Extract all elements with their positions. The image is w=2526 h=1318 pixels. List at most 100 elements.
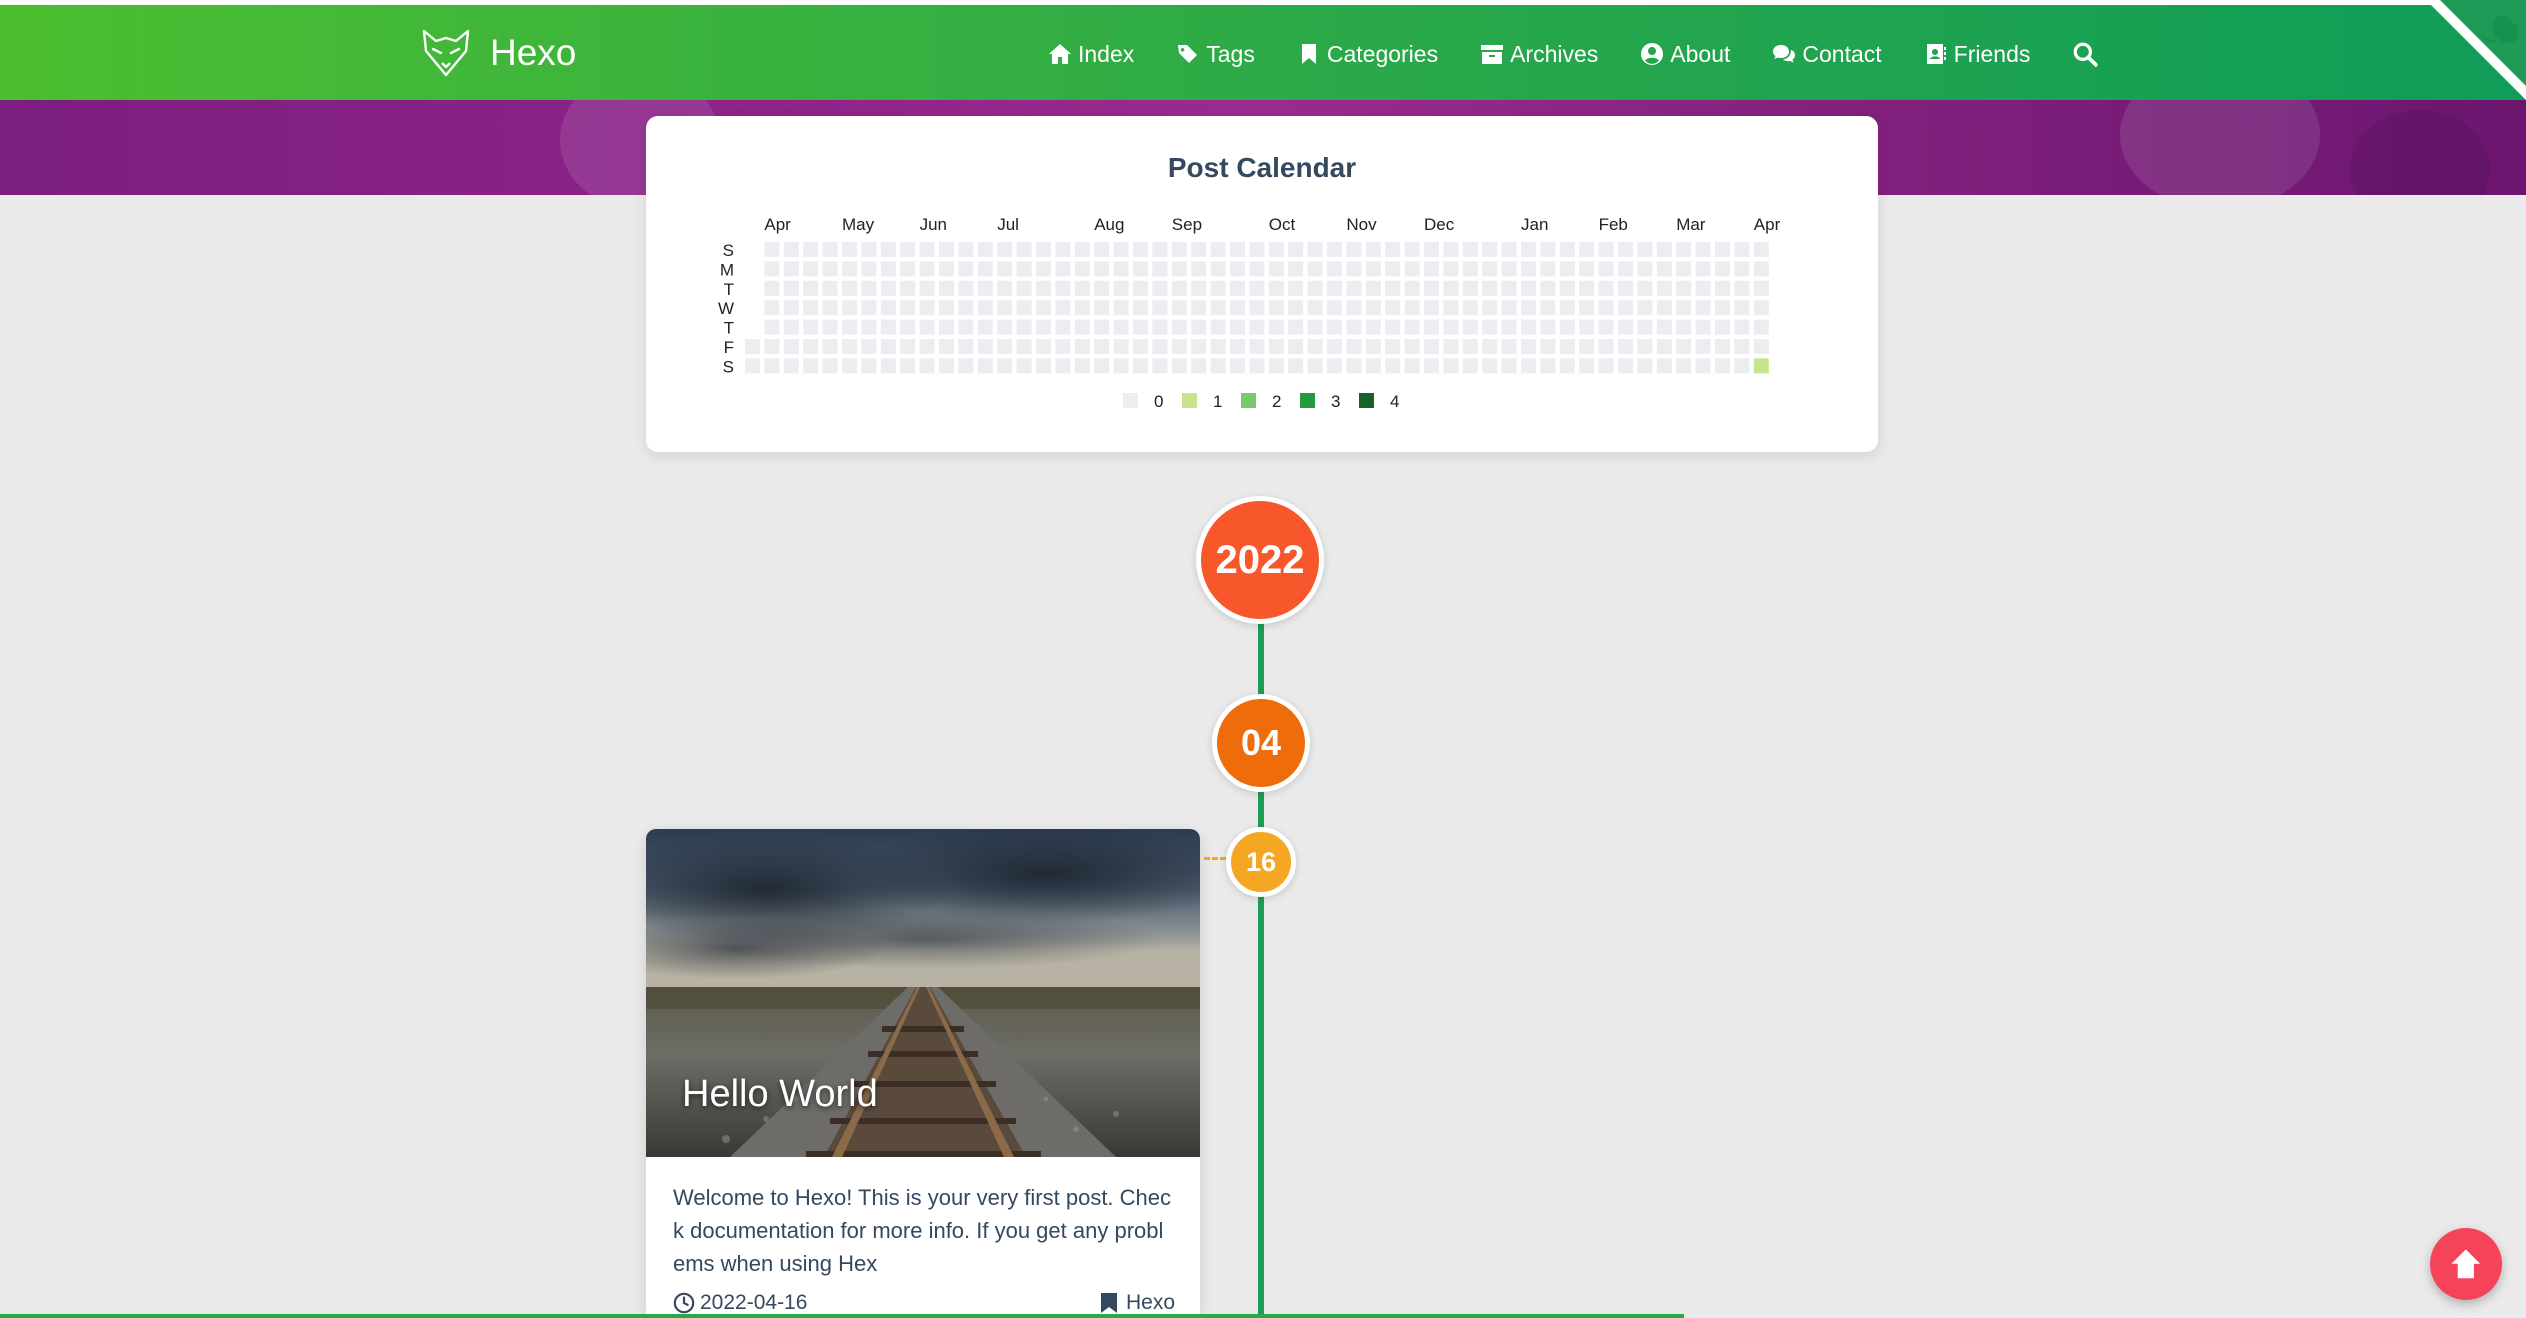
calendar-day [1036, 319, 1051, 335]
calendar-day [1734, 358, 1750, 374]
post-card[interactable]: Hello World Welcome to Hexo! This is you… [646, 829, 1200, 1318]
calendar-day [997, 261, 1013, 277]
calendar-day [958, 339, 974, 354]
calendar-day [1230, 261, 1245, 277]
calendar-day [1656, 242, 1672, 257]
calendar-day [1171, 358, 1187, 374]
calendar-day [1637, 261, 1653, 277]
calendar-day [1191, 242, 1207, 257]
post-title[interactable]: Hello World [682, 1073, 878, 1116]
calendar-day [822, 280, 838, 296]
calendar-day [1637, 280, 1653, 296]
calendar-day [1753, 339, 1769, 354]
calendar-day [1307, 319, 1323, 335]
calendar-day [1152, 261, 1168, 277]
calendar-day [764, 242, 780, 257]
calendar-day [745, 339, 760, 354]
calendar-day [1715, 242, 1730, 257]
search-button[interactable] [2072, 41, 2099, 67]
bookmark-icon [1100, 1293, 1117, 1313]
banner-decoration [2350, 110, 2490, 195]
calendar-day [1016, 319, 1032, 335]
calendar-day [822, 300, 838, 316]
calendar-day [997, 339, 1013, 354]
comments-icon [1773, 45, 1796, 63]
arrow-up-icon [2451, 1249, 2481, 1279]
timeline-connector [1204, 857, 1226, 860]
calendar-day [958, 319, 974, 335]
calendar-month-label: May [842, 215, 875, 234]
timeline-month-badge[interactable]: 04 [1212, 694, 1310, 792]
calendar-day [1074, 280, 1090, 296]
nav-about-label: About [1670, 40, 1731, 67]
calendar-day [1695, 339, 1711, 354]
calendar-day [1036, 242, 1051, 257]
nav-about[interactable]: About [1640, 41, 1730, 68]
calendar-day [1036, 358, 1051, 374]
calendar-weekday-label: M [720, 260, 734, 279]
calendar-day [880, 339, 896, 354]
calendar-day [1656, 319, 1672, 335]
calendar-day [1676, 242, 1692, 257]
calendar-month-label: Feb [1599, 215, 1628, 234]
timeline-year-badge[interactable]: 2022 [1196, 496, 1324, 624]
calendar-day [1676, 280, 1692, 296]
brand-link[interactable]: Hexo [420, 27, 576, 79]
calendar-day [861, 261, 877, 277]
calendar-day [1521, 242, 1536, 257]
nav-tags[interactable]: Tags [1176, 41, 1255, 68]
calendar-weekday-label: S [723, 357, 734, 376]
calendar-day [1113, 242, 1129, 257]
calendar-legend-swatch [1182, 393, 1197, 408]
footer-edge [0, 1314, 1684, 1318]
calendar-day [822, 242, 838, 257]
calendar-day [1579, 339, 1595, 354]
nav-friends[interactable]: Friends [1924, 41, 2030, 68]
calendar-day [1230, 358, 1245, 374]
calendar-day [1249, 261, 1265, 277]
calendar-day [1579, 300, 1595, 316]
calendar-day [783, 280, 799, 296]
calendar-day [1676, 339, 1692, 354]
post-category-link[interactable]: Hexo [1100, 1291, 1175, 1315]
nav-index[interactable]: Index [1048, 41, 1134, 68]
calendar-day [958, 261, 974, 277]
calendar-weekday-label: T [724, 319, 734, 338]
calendar-day [1171, 261, 1187, 277]
calendar-day [1521, 261, 1536, 277]
calendar-day [1540, 280, 1556, 296]
calendar-legend-swatch [1300, 393, 1315, 408]
calendar-legend-swatch [1123, 393, 1138, 408]
calendar-day [1307, 242, 1323, 257]
calendar-day [1424, 319, 1439, 335]
calendar-day [764, 339, 780, 354]
calendar-day [997, 300, 1013, 316]
calendar-day [1404, 261, 1420, 277]
calendar-month-label: Oct [1269, 215, 1296, 234]
calendar-month-label: Dec [1424, 215, 1455, 234]
nav-contact[interactable]: Contact [1772, 40, 1882, 68]
calendar-day [977, 319, 993, 335]
calendar-day [1152, 300, 1168, 316]
calendar-legend-label: 0 [1154, 392, 1163, 411]
nav-contact-label: Contact [1802, 40, 1882, 67]
calendar-day [1055, 280, 1071, 296]
calendar-day [803, 300, 819, 316]
calendar-day [1036, 280, 1051, 296]
calendar-day [1656, 339, 1672, 354]
calendar-day [1385, 358, 1401, 374]
post-date: 2022-04-16 [673, 1291, 807, 1315]
github-corner-link[interactable] [2426, 0, 2526, 100]
calendar-day [939, 280, 954, 296]
calendar-day [1113, 300, 1129, 316]
calendar-day [1501, 261, 1517, 277]
calendar-day [842, 339, 857, 354]
back-to-top-button[interactable] [2430, 1228, 2502, 1300]
nav-archives[interactable]: Archives [1480, 41, 1598, 68]
calendar-day [783, 242, 799, 257]
calendar-day [958, 358, 974, 374]
calendar-day [1462, 319, 1478, 335]
nav-categories[interactable]: Categories [1297, 41, 1438, 68]
calendar-legend-label: 4 [1390, 392, 1399, 411]
calendar-day [1171, 300, 1187, 316]
